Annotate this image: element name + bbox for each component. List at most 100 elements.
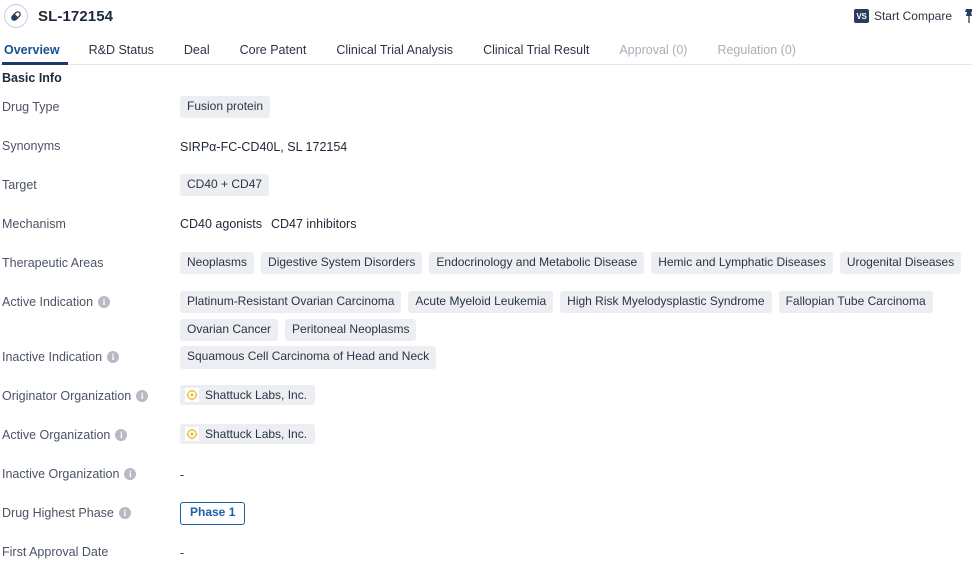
organization-logo-icon <box>185 388 199 403</box>
tab-overview[interactable]: Overview <box>2 43 74 65</box>
label-therapeutic-areas-text: Therapeutic Areas <box>2 256 104 270</box>
row-inactive-indication: Inactive Indication i Squamous Cell Carc… <box>0 341 972 380</box>
tab-clinical-trial-analysis[interactable]: Clinical Trial Analysis <box>321 43 468 65</box>
row-originator-organization: Originator Organization i Shattuck Labs,… <box>0 380 972 419</box>
tab-core-patent[interactable]: Core Patent <box>225 43 322 65</box>
chip[interactable]: Neoplasms <box>180 252 255 275</box>
chip[interactable]: High Risk Myelodysplastic Syndrome <box>560 291 772 314</box>
row-synonyms: Synonyms SIRPα-FC-CD40L, SL 172154 <box>0 130 972 169</box>
chip[interactable]: Squamous Cell Carcinoma of Head and Neck <box>180 346 437 369</box>
tab-bar: Overview R&D Status Deal Core Patent Cli… <box>0 32 972 65</box>
label-inactive-indication: Inactive Indication i <box>0 341 180 364</box>
label-drug-highest-phase-text: Drug Highest Phase <box>2 506 114 521</box>
label-inactive-organization: Inactive Organization i <box>0 458 180 481</box>
chip[interactable]: Endocrinology and Metabolic Disease <box>429 252 645 275</box>
label-mechanism-text: Mechanism <box>2 217 66 231</box>
chip-list-active-indication: Platinum-Resistant Ovarian Carcinoma Acu… <box>180 291 972 342</box>
info-icon[interactable]: i <box>118 507 131 520</box>
value-target: CD40 + CD47 <box>180 169 972 197</box>
label-active-organization: Active Organization i <box>0 419 180 442</box>
label-first-approval-date: First Approval Date <box>0 536 180 559</box>
label-drug-highest-phase: Drug Highest Phase i <box>0 497 180 520</box>
pin-icon[interactable] <box>962 7 972 25</box>
value-inactive-organization: - <box>180 458 972 482</box>
start-compare-label: Start Compare <box>873 9 952 23</box>
label-target: Target <box>0 169 180 192</box>
chip-list-therapeutic-areas: Neoplasms Digestive System Disorders End… <box>180 252 972 275</box>
value-drug-type: Fusion protein <box>180 91 972 119</box>
value-active-indication: Platinum-Resistant Ovarian Carcinoma Acu… <box>180 286 972 342</box>
page-header: SL-172154 VS Start Compare <box>0 0 972 32</box>
value-inactive-indication: Squamous Cell Carcinoma of Head and Neck <box>180 341 972 369</box>
organization-logo-icon <box>185 427 199 442</box>
chip[interactable]: Acute Myeloid Leukemia <box>408 291 554 314</box>
info-icon[interactable]: i <box>107 351 120 364</box>
synonyms-text: SIRPα-FC-CD40L, SL 172154 <box>180 140 348 154</box>
chip[interactable]: Fallopian Tube Carcinoma <box>778 291 933 314</box>
chip-list-drug-type: Fusion protein <box>180 96 972 119</box>
chip[interactable]: Hemic and Lymphatic Diseases <box>651 252 833 275</box>
value-synonyms: SIRPα-FC-CD40L, SL 172154 <box>180 130 972 155</box>
row-therapeutic-areas: Therapeutic Areas Neoplasms Digestive Sy… <box>0 247 972 286</box>
organization-chip[interactable]: Shattuck Labs, Inc. <box>180 385 316 406</box>
label-first-approval-date-text: First Approval Date <box>2 545 109 560</box>
tab-clinical-trial-result[interactable]: Clinical Trial Result <box>468 43 604 65</box>
row-inactive-organization: Inactive Organization i - <box>0 458 972 497</box>
chip[interactable]: Platinum-Resistant Ovarian Carcinoma <box>180 291 402 314</box>
chip[interactable]: CD40 + CD47 <box>180 174 270 197</box>
label-therapeutic-areas: Therapeutic Areas <box>0 247 180 270</box>
label-active-organization-text: Active Organization <box>2 428 111 443</box>
empty-value: - <box>180 546 185 561</box>
mechanism-item: CD40 agonists <box>180 217 262 231</box>
value-drug-highest-phase: Phase 1 <box>180 497 972 525</box>
row-drug-highest-phase: Drug Highest Phase i Phase 1 <box>0 497 972 536</box>
chip[interactable]: Peritoneal Neoplasms <box>285 319 417 342</box>
row-drug-type: Drug Type Fusion protein <box>0 91 972 130</box>
chip-list-originator-organization: Shattuck Labs, Inc. <box>180 385 972 406</box>
label-active-indication: Active Indication i <box>0 286 180 309</box>
tab-deal[interactable]: Deal <box>169 43 225 65</box>
label-inactive-indication-text: Inactive Indication <box>2 350 103 365</box>
label-synonyms-text: Synonyms <box>2 139 61 153</box>
label-synonyms: Synonyms <box>0 130 180 153</box>
capsule-icon <box>4 4 28 28</box>
info-icon[interactable]: i <box>98 296 111 308</box>
organization-name: Shattuck Labs, Inc. <box>205 426 308 441</box>
organization-chip[interactable]: Shattuck Labs, Inc. <box>180 424 316 445</box>
chip[interactable]: Fusion protein <box>180 96 271 119</box>
value-first-approval-date: - <box>180 536 972 560</box>
tab-approval[interactable]: Approval (0) <box>604 43 702 65</box>
value-originator-organization: Shattuck Labs, Inc. <box>180 380 972 406</box>
chip[interactable]: Digestive System Disorders <box>261 252 423 275</box>
page-title: SL-172154 <box>38 7 114 25</box>
tab-regulation[interactable]: Regulation (0) <box>702 43 811 65</box>
label-target-text: Target <box>2 178 37 192</box>
label-inactive-organization-text: Inactive Organization <box>2 467 120 482</box>
value-active-organization: Shattuck Labs, Inc. <box>180 419 972 445</box>
start-compare-button[interactable]: VS Start Compare <box>853 9 952 23</box>
chip-list-inactive-indication: Squamous Cell Carcinoma of Head and Neck <box>180 346 972 369</box>
value-therapeutic-areas: Neoplasms Digestive System Disorders End… <box>180 247 972 275</box>
organization-name: Shattuck Labs, Inc. <box>205 387 308 402</box>
basic-info-rows: Drug Type Fusion protein Synonyms SIRPα-… <box>0 89 972 575</box>
row-target: Target CD40 + CD47 <box>0 169 972 208</box>
mechanism-item: CD47 inhibitors <box>271 217 357 231</box>
chip-list-target: CD40 + CD47 <box>180 174 972 197</box>
label-active-indication-text: Active Indication <box>2 295 94 309</box>
label-drug-type: Drug Type <box>0 91 180 114</box>
status-badge[interactable]: Phase 1 <box>180 502 246 525</box>
info-icon[interactable]: i <box>136 390 149 403</box>
label-originator-organization-text: Originator Organization <box>2 389 132 404</box>
empty-value: - <box>180 468 185 483</box>
vs-icon: VS <box>853 9 869 23</box>
mechanism-list: CD40 agonists CD47 inhibitors <box>180 213 972 231</box>
header-actions: VS Start Compare <box>853 0 972 32</box>
chip[interactable]: Ovarian Cancer <box>180 319 279 342</box>
info-icon[interactable]: i <box>115 429 128 442</box>
chip[interactable]: Urogenital Diseases <box>839 252 962 275</box>
info-icon[interactable]: i <box>124 468 137 481</box>
label-drug-type-text: Drug Type <box>2 100 60 114</box>
row-active-indication: Active Indication i Platinum-Resistant O… <box>0 286 972 342</box>
label-originator-organization: Originator Organization i <box>0 380 180 403</box>
tab-rd-status[interactable]: R&D Status <box>74 43 169 65</box>
